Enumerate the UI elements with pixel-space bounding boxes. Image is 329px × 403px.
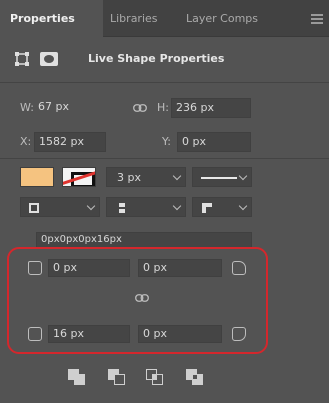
intersect-shapes-button[interactable] [146,369,164,385]
corner-top-right-icon [232,261,246,275]
tab-layer-comps[interactable]: Layer Comps [186,0,258,37]
link-icon[interactable] [133,104,147,112]
divider [0,82,329,83]
top-left-radius-field[interactable]: 0 px [48,259,130,277]
stroke-align-icon [29,203,39,213]
line-join-icon [202,203,212,213]
stroke-type-select[interactable] [192,167,252,187]
bottom-left-radius-field[interactable]: 16 px [48,325,130,343]
y-label: Y: [162,135,171,148]
chevron-down-icon [172,201,182,211]
chevron-down-icon [86,201,96,211]
stroke-align-select[interactable] [20,197,100,217]
live-shape-header: Live Shape Properties [14,48,314,70]
bounding-box-icon[interactable] [14,51,30,67]
width-field[interactable]: 67 px [36,98,96,118]
link-radius-icon[interactable] [135,294,149,302]
stroke-color-swatch[interactable] [62,167,96,187]
solid-line-icon [201,177,237,179]
exclude-overlap-button[interactable] [186,369,204,385]
bottom-right-radius-field[interactable]: 0 px [138,325,222,343]
stroke-width-select[interactable]: 3 px [106,167,186,187]
tab-properties[interactable]: Properties [0,0,103,37]
corner-top-left-icon [28,261,42,275]
line-cap-icon [119,203,125,213]
chevron-down-icon [172,171,182,181]
subtract-front-button[interactable] [108,369,126,385]
x-label: X: [20,135,32,148]
chevron-down-icon [238,171,248,181]
corner-bottom-left-icon [28,327,42,341]
panel-menu-icon[interactable] [311,14,323,24]
unite-shapes-button[interactable] [68,369,86,385]
stroke-caps-select[interactable] [106,197,186,217]
corner-bottom-right-icon [232,327,246,341]
top-right-radius-field[interactable]: 0 px [138,259,222,277]
mask-icon[interactable] [40,52,58,66]
height-label: H: [157,101,169,114]
x-field[interactable]: 1582 px [34,132,106,152]
stroke-corners-select[interactable] [192,197,252,217]
section-title: Live Shape Properties [88,52,225,65]
fill-color-swatch[interactable] [20,167,54,187]
height-field[interactable]: 236 px [171,98,251,118]
divider [0,158,329,159]
corner-radius-summary-field[interactable]: 0px0px0px16px [36,232,252,248]
width-label: W: [20,101,34,114]
stroke-width-value: 3 px [117,171,141,184]
tab-libraries[interactable]: Libraries [110,0,158,37]
chevron-down-icon [238,201,248,211]
panel-tab-bar: Properties Libraries Layer Comps [0,0,329,37]
y-field[interactable]: 0 px [177,132,251,152]
